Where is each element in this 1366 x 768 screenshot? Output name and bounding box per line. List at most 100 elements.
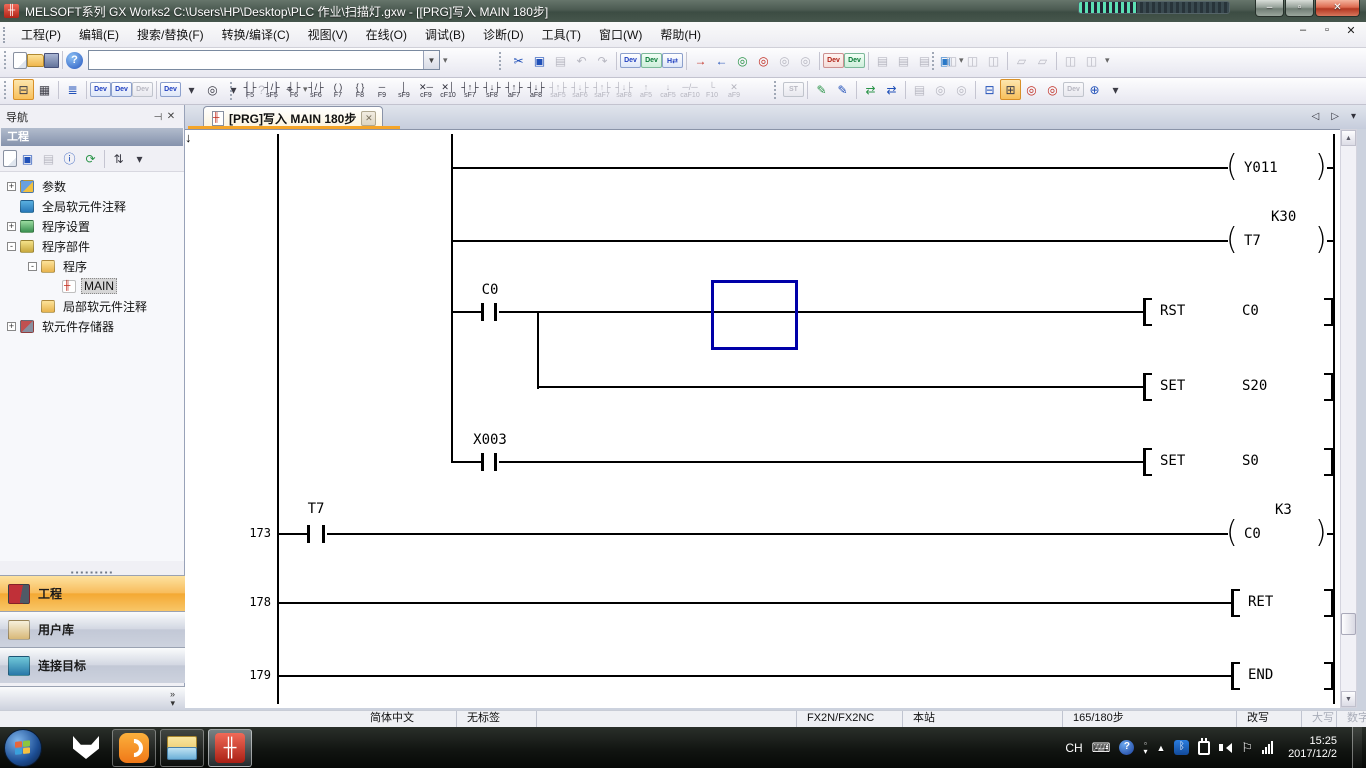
tree-expander-icon[interactable]: [49, 282, 58, 291]
taskbar-item-browser[interactable]: [112, 729, 156, 767]
menu-item[interactable]: 帮助(H): [651, 24, 710, 46]
new-file-icon[interactable]: [13, 52, 27, 69]
tree-expander-icon[interactable]: +: [7, 182, 16, 191]
note-edit-icon[interactable]: ✎: [832, 79, 853, 100]
device-ccl-icon[interactable]: Dev: [132, 82, 153, 97]
find-zoom-icon[interactable]: ◎: [202, 79, 223, 100]
tree-expander-icon[interactable]: +: [7, 322, 16, 331]
doc-find-icon[interactable]: ◎: [930, 79, 951, 100]
tab-list-icon[interactable]: ▾: [1351, 111, 1356, 122]
menu-item[interactable]: 编辑(E): [70, 24, 128, 46]
find-device-icon[interactable]: ◎: [1021, 79, 1042, 100]
sort-icon[interactable]: ⇅: [108, 148, 129, 169]
start-button[interactable]: [4, 729, 42, 767]
navigator-tab-button[interactable]: 连接目标: [0, 647, 185, 683]
property-icon[interactable]: ⓘ: [59, 148, 80, 169]
copy-icon[interactable]: ▣: [529, 50, 550, 71]
taskbar-item-gxworks2[interactable]: ╫: [208, 729, 252, 767]
paste-data-icon[interactable]: ▤: [38, 148, 59, 169]
device-display-icon[interactable]: Dev: [160, 82, 181, 97]
ladder-symbol-button[interactable]: ✕ aF9: [723, 79, 745, 103]
navigator-tab-button[interactable]: 用户库: [0, 611, 185, 647]
separator2[interactable]: [856, 81, 857, 99]
new-data-icon[interactable]: [3, 150, 17, 167]
taskbar-item-explorer[interactable]: [160, 729, 204, 767]
ladder-symbol-button[interactable]: ┤↓├ saF6: [569, 79, 591, 103]
caret1-icon[interactable]: ▾: [181, 79, 202, 100]
menu-item[interactable]: 工具(T): [533, 24, 590, 46]
keyboard-icon[interactable]: ⌨: [1092, 740, 1111, 756]
taskbar-item-foobar[interactable]: [64, 729, 108, 767]
power-icon[interactable]: [1198, 741, 1210, 755]
tree-expander-icon[interactable]: +: [7, 222, 16, 231]
device-comment-icon[interactable]: Dev: [620, 53, 641, 68]
ladder-symbol-button[interactable]: ✕│ cF10: [437, 79, 459, 103]
tab-scroll-right-icon[interactable]: ▷: [1331, 111, 1339, 122]
child-close-icon[interactable]: ✕: [1344, 24, 1358, 37]
toolbar-overflow-icon[interactable]: ▾: [443, 55, 448, 66]
ladder-symbol-button[interactable]: ↓ caF5: [657, 79, 679, 103]
device-hex-icon[interactable]: H⇄: [662, 53, 683, 68]
inline-st-icon[interactable]: ST: [783, 82, 804, 97]
ladder-symbol-button[interactable]: ┤/├ sF5: [261, 79, 283, 103]
tree-item[interactable]: + 软元件存储器: [0, 316, 184, 336]
language-indicator[interactable]: CH: [1065, 741, 1082, 755]
ladder-symbol-button[interactable]: ┤↓├ aF8: [525, 79, 547, 103]
watch-window1-icon[interactable]: ▤: [872, 50, 893, 71]
monitor-tree-icon[interactable]: ⊟: [979, 79, 1000, 100]
ladder-symbol-button[interactable]: { } F8: [349, 79, 371, 103]
menu-item[interactable]: 视图(V): [299, 24, 357, 46]
tree-item[interactable]: - 程序部件: [0, 236, 184, 256]
device-memory-icon[interactable]: Dev: [111, 82, 132, 97]
list-view-icon[interactable]: ≣: [62, 79, 83, 100]
minimize-button[interactable]: –: [1255, 0, 1284, 17]
tab-close-icon[interactable]: ✕: [361, 111, 376, 126]
separator[interactable]: [616, 52, 617, 70]
scrollbar-thumb[interactable]: [1341, 613, 1356, 635]
title-bar[interactable]: ╫ MELSOFT系列 GX Works2 C:\Users\HP\Deskto…: [0, 0, 1366, 22]
separator[interactable]: [1007, 52, 1008, 70]
doc-find2-icon[interactable]: ◎: [951, 79, 972, 100]
show-hidden-icons[interactable]: ▲: [1156, 743, 1165, 753]
find-instruction-icon[interactable]: ◎: [1042, 79, 1063, 100]
tree-item[interactable]: - 程序: [0, 256, 184, 276]
ime-toolbar-icon[interactable]: ▫ ▾: [1143, 740, 1147, 756]
child-minimize-icon[interactable]: –: [1296, 24, 1310, 37]
cut-icon[interactable]: ✂: [508, 50, 529, 71]
ladder-symbol-button[interactable]: ┤├ F6: [283, 79, 305, 103]
separator2[interactable]: [86, 81, 87, 99]
paste-icon[interactable]: ▤: [550, 50, 571, 71]
close-button[interactable]: ✕: [1315, 0, 1360, 17]
separator4[interactable]: [975, 81, 976, 99]
param-check2-icon[interactable]: ◫: [962, 50, 983, 71]
undo-icon[interactable]: ↶: [571, 50, 592, 71]
ladder-symbol-button[interactable]: ┤↑├ sF7: [459, 79, 481, 103]
ladder-symbol-button[interactable]: └ F10: [701, 79, 723, 103]
panel-close-icon[interactable]: ✕: [164, 111, 178, 122]
tree-item[interactable]: + 程序设置: [0, 216, 184, 236]
ladder-cursor[interactable]: [711, 280, 798, 350]
help-icon[interactable]: ?: [66, 52, 83, 69]
tree-expander-icon[interactable]: -: [28, 262, 37, 271]
ladder-symbol-button[interactable]: ✕─ cF9: [415, 79, 437, 103]
menu-item[interactable]: 在线(O): [357, 24, 416, 46]
separator[interactable]: [58, 81, 59, 99]
ladder-canvas[interactable]: Y011 K30 T7 C0 RST C0 SET S20 X003: [185, 129, 1340, 708]
device-combo[interactable]: ▼: [88, 50, 440, 70]
scan-time-icon[interactable]: ◫: [1060, 50, 1081, 71]
tree-item[interactable]: + 参数: [0, 176, 184, 196]
separator3[interactable]: [819, 52, 820, 70]
param-check1-icon[interactable]: ◫: [941, 50, 962, 71]
pin-icon[interactable]: ⊤: [152, 110, 163, 124]
write-to-plc-icon[interactable]: →: [690, 50, 711, 71]
edit-mode-icon[interactable]: ⊞: [1000, 79, 1021, 100]
module-tool-icon[interactable]: ◫: [1081, 50, 1102, 71]
menu-item[interactable]: 转换/编译(C): [213, 24, 299, 46]
toolbar-overflow-icon[interactable]: ▾: [1105, 79, 1126, 100]
read-from-plc-icon[interactable]: ←: [711, 50, 732, 71]
ladder-symbol-button[interactable]: ┤↓├ sF8: [481, 79, 503, 103]
ladder-symbol-button[interactable]: ↑ aF5: [635, 79, 657, 103]
bluetooth-icon[interactable]: ᛒ: [1174, 740, 1189, 755]
combo-dropdown-icon[interactable]: ▼: [423, 51, 439, 69]
param-check3-icon[interactable]: ◫: [983, 50, 1004, 71]
